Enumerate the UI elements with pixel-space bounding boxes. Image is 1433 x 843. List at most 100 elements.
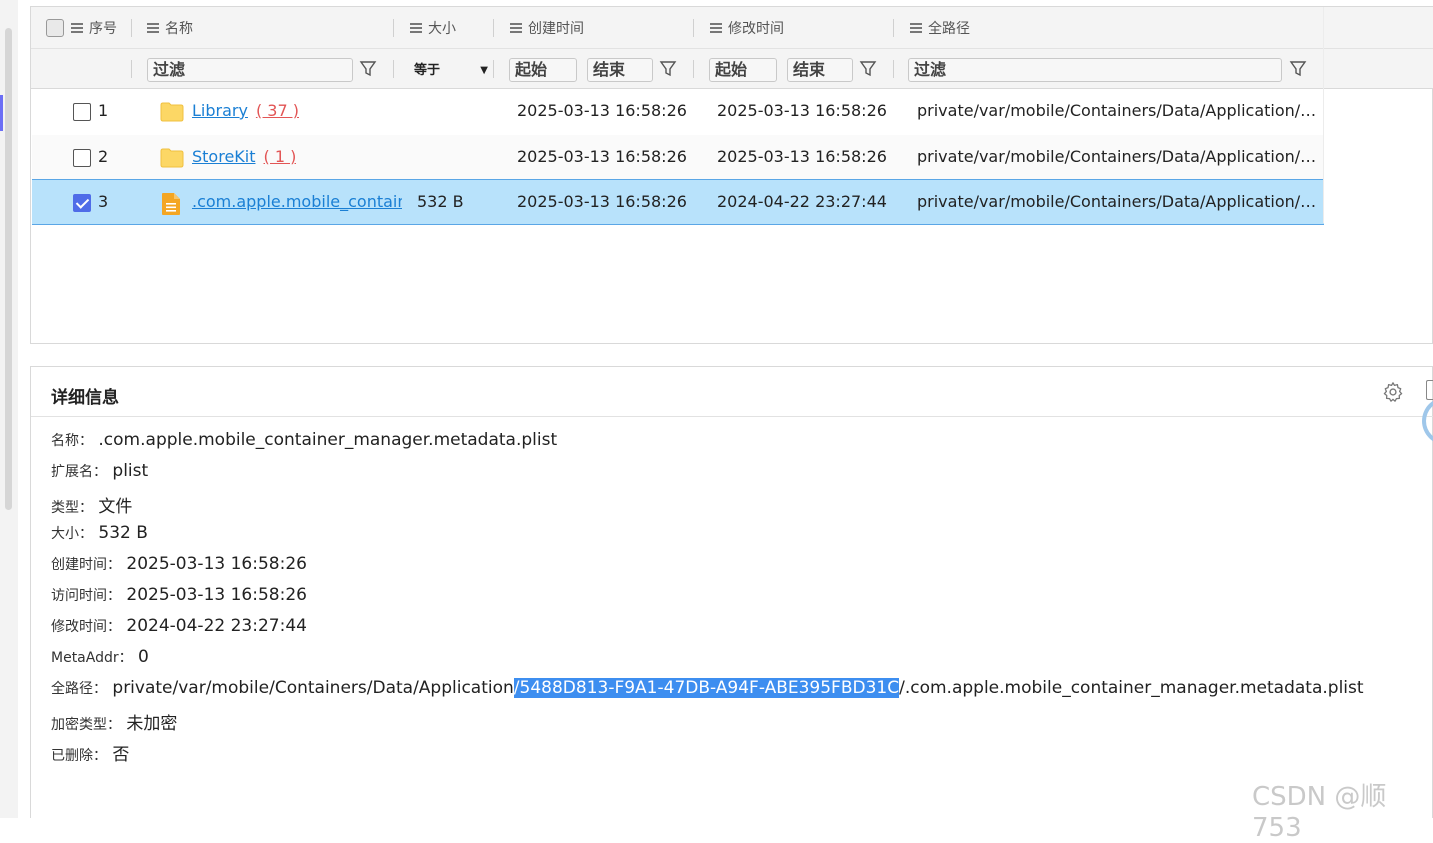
panel-maximize-button[interactable] [1426, 380, 1433, 400]
row-child-count: ( 37 ) [255, 101, 299, 120]
detail-field-fullpath[interactable]: 全路径： private/var/mobile/Containers/Data/… [51, 678, 1364, 698]
row-name-link[interactable]: Library ( 37 ) [192, 101, 299, 120]
detail-value: plist [112, 461, 149, 481]
filter-divider [131, 60, 132, 78]
detail-key: 扩展名： [51, 464, 107, 480]
row-path: private/var/mobile/Containers/Data/Appli… [917, 101, 1317, 120]
detail-field-name: 名称： .com.apple.mobile_container_manager.… [51, 430, 557, 450]
filter-divider [393, 60, 394, 78]
detail-value: 2025-03-13 16:58:26 [126, 585, 307, 605]
row-path: private/var/mobile/Containers/Data/Appli… [917, 147, 1317, 166]
fullpath-suffix[interactable]: /.com.apple.mobile_container_manager.met… [899, 678, 1363, 698]
row-modified: 2024-04-22 23:27:44 [717, 192, 887, 211]
detail-key: 大小： [51, 526, 93, 542]
column-header-modified[interactable]: 修改时间 [710, 7, 784, 49]
detail-value: 否 [112, 745, 130, 765]
row-created: 2025-03-13 16:58:26 [517, 192, 687, 211]
modified-start-input[interactable]: 起始 [709, 58, 777, 82]
column-divider[interactable] [131, 19, 132, 37]
row-path: private/var/mobile/Containers/Data/Appli… [917, 192, 1317, 211]
column-label-index: 序号 [89, 21, 117, 37]
column-menu-icon[interactable] [147, 23, 159, 33]
column-header-name[interactable]: 名称 [147, 7, 193, 49]
row-modified: 2025-03-13 16:58:26 [717, 101, 887, 120]
filter-divider [693, 60, 694, 78]
row-name-link[interactable]: .com.apple.mobile_containe [192, 192, 402, 211]
column-label-path: 全路径 [928, 21, 970, 37]
table-row-selected[interactable]: 3 .com.apple.mobile_containe 532 B 2025-… [32, 179, 1324, 225]
watermark: CSDN @顺753 [1252, 782, 1387, 843]
column-header-size[interactable]: 大小 [410, 7, 456, 49]
column-divider[interactable] [493, 19, 494, 37]
row-index: 3 [98, 192, 109, 211]
row-name-text[interactable]: .com.apple.mobile_containe [192, 192, 402, 211]
column-menu-icon[interactable] [510, 23, 522, 33]
detail-field-encryption: 加密类型： 未加密 [51, 709, 177, 734]
column-divider[interactable] [893, 19, 894, 37]
detail-key: 名称： [51, 433, 93, 449]
modified-end-input[interactable]: 结束 [787, 58, 853, 82]
row-name-text[interactable]: StoreKit [192, 147, 256, 166]
folder-icon [160, 102, 184, 122]
nav-accent-marker [0, 95, 3, 131]
detail-value: 未加密 [126, 714, 178, 734]
created-end-input[interactable]: 结束 [587, 58, 653, 82]
created-start-input[interactable]: 起始 [509, 58, 577, 82]
column-menu-icon[interactable] [910, 23, 922, 33]
name-filter-funnel-icon[interactable] [359, 60, 377, 78]
detail-field-deleted: 已删除： 否 [51, 740, 129, 765]
column-menu-icon[interactable] [710, 23, 722, 33]
select-all-checkbox[interactable] [46, 19, 64, 37]
detail-field-metaaddr: MetaAddr： 0 [51, 647, 149, 667]
column-label-size: 大小 [428, 21, 456, 37]
left-rail [0, 0, 18, 818]
column-menu-icon[interactable] [410, 23, 422, 33]
column-header-path[interactable]: 全路径 [910, 7, 970, 49]
file-icon [162, 193, 180, 215]
row-name-link[interactable]: StoreKit ( 1 ) [192, 147, 296, 166]
table-row[interactable]: 1 Library ( 37 ) 2025-03-13 16:58:26 2025… [32, 89, 1324, 135]
column-header-index[interactable]: 序号 [71, 7, 117, 49]
detail-field-created: 创建时间： 2025-03-13 16:58:26 [51, 554, 307, 574]
fullpath-prefix[interactable]: private/var/mobile/Containers/Data/Appli… [112, 678, 513, 698]
row-created: 2025-03-13 16:58:26 [517, 101, 687, 120]
detail-field-accessed: 访问时间： 2025-03-13 16:58:26 [51, 585, 307, 605]
row-checkbox[interactable] [73, 103, 91, 121]
column-divider[interactable] [393, 19, 394, 37]
row-name-text[interactable]: Library [192, 101, 248, 120]
grid-right-border [1323, 7, 1324, 223]
size-filter-operator-select[interactable]: 等于 ▼ [414, 59, 494, 83]
detail-value: 2024-04-22 23:27:44 [126, 616, 307, 636]
detail-field-extension: 扩展名： plist [51, 461, 148, 481]
gear-icon[interactable] [1382, 381, 1404, 403]
size-filter-operator-value: 等于 [414, 63, 441, 78]
row-checkbox[interactable] [73, 149, 91, 167]
detail-key: 全路径： [51, 681, 107, 697]
column-menu-icon[interactable] [71, 23, 83, 33]
folder-icon [160, 148, 184, 168]
created-filter-funnel-icon[interactable] [659, 60, 677, 78]
chevron-down-icon: ▼ [480, 65, 488, 76]
filter-divider [893, 60, 894, 78]
grid-header: 序号 名称 大小 创建时间 修改时间 全路径 [31, 7, 1433, 49]
modified-filter-funnel-icon[interactable] [859, 60, 877, 78]
detail-field-type: 类型： 文件 [51, 492, 132, 517]
name-filter-input[interactable]: 过滤 [147, 58, 353, 82]
row-checkbox-checked[interactable] [73, 194, 91, 212]
column-label-created: 创建时间 [528, 21, 584, 37]
fullpath-selected-text[interactable]: /5488D813-F9A1-47DB-A94F-ABE395FBD31C [513, 678, 900, 698]
path-filter-input[interactable]: 过滤 [908, 58, 1282, 82]
detail-header: 详细信息 [31, 367, 1433, 417]
file-grid: 序号 名称 大小 创建时间 修改时间 全路径 过滤 等于 ▼ 起始 结束 起始 结… [30, 6, 1433, 344]
left-scrollbar[interactable] [5, 28, 12, 510]
path-filter-funnel-icon[interactable] [1289, 60, 1307, 78]
detail-value: 2025-03-13 16:58:26 [126, 554, 307, 574]
table-row[interactable]: 2 StoreKit ( 1 ) 2025-03-13 16:58:26 2025… [32, 135, 1324, 181]
row-modified: 2025-03-13 16:58:26 [717, 147, 887, 166]
column-label-name: 名称 [165, 21, 193, 37]
column-header-created[interactable]: 创建时间 [510, 7, 584, 49]
detail-key: 加密类型： [51, 717, 121, 733]
column-divider[interactable] [693, 19, 694, 37]
column-label-modified: 修改时间 [728, 21, 784, 37]
detail-value: .com.apple.mobile_container_manager.meta… [98, 430, 558, 450]
